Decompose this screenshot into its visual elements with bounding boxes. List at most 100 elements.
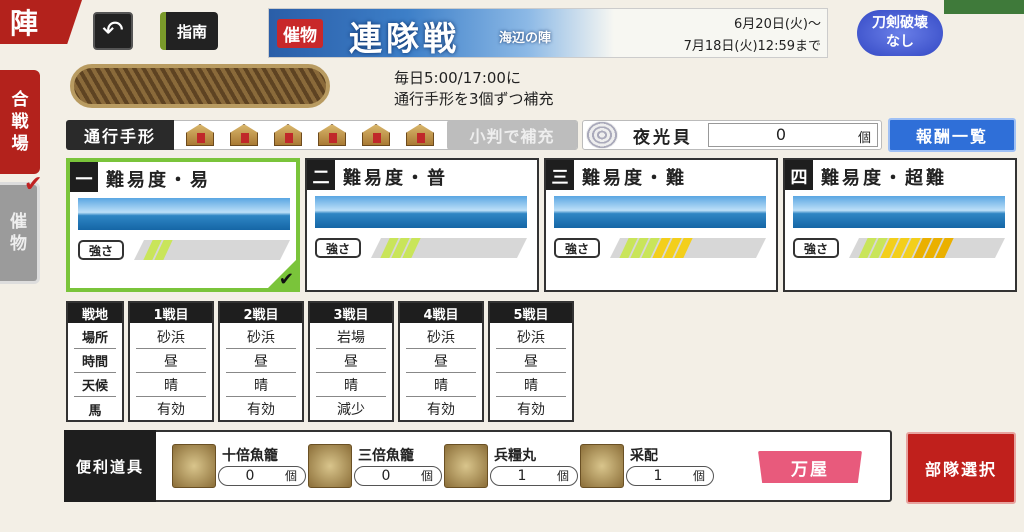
difficulty-card-extreme[interactable]: 四 難易度・超難 強さ [783,158,1017,292]
sea-image [78,198,290,230]
shell-label: 夜光貝 [633,127,693,148]
battle-table-header: 戦地 [68,303,122,323]
squad-select-button[interactable]: 部隊選択 [906,432,1016,504]
item-count: 1 [517,468,527,484]
battle-cell: 晴 [406,373,476,397]
item-count: 1 [653,468,663,484]
card-number: 一 [70,162,98,192]
row-label: 場所 [74,325,116,349]
sea-image [315,196,527,228]
item-name: 兵糧丸 [494,448,536,464]
card-title: 難易度・超難 [821,168,947,189]
fish-basket-icon[interactable] [172,444,216,488]
shell-count: 0 [775,125,787,144]
no-break-badge: 刀剣破壊 なし [857,10,943,56]
battle-column: 2戦目 砂浜昼晴有効 [218,301,304,422]
card-title: 難易度・普 [343,168,448,189]
battle-cell: 晴 [496,373,566,397]
item-count: 0 [381,468,391,484]
event-banner[interactable]: 催物 連隊戦 海辺の陣 6月20日(火)～ 7月18日(火)12:59まで [268,8,828,58]
checkmark-icon: ✔ [24,172,43,197]
card-title: 難易度・難 [582,168,687,189]
ration-pills-icon[interactable] [444,444,488,488]
badge-line: 刀剣破壊 [872,15,928,31]
strength-bar [134,240,290,260]
battle-cell: 有効 [517,402,545,418]
difficulty-card-hard[interactable]: 三 難易度・難 強さ [544,158,778,292]
fish-basket-icon[interactable] [308,444,352,488]
shell-unit: 個 [858,131,872,146]
item-name: 十倍魚籠 [222,448,278,464]
battle-cell: 晴 [316,373,386,397]
back-button[interactable]: ↶ [93,12,133,50]
item-unit: 個 [556,469,569,483]
pass-label: 通行手形 [66,120,174,150]
item-count-box: 0個 [218,466,306,486]
row-label: 天候 [74,373,116,397]
item-bar-label: 便利道具 [64,430,156,502]
banner-subtitle: 海辺の陣 [499,31,552,46]
notice-line: 毎日5:00/17:00に [394,69,521,87]
corner-decoration [944,0,1024,14]
item-count-box: 1個 [490,466,578,486]
battle-column: 4戦目 砂浜昼晴有効 [398,301,484,422]
sea-image [554,196,766,228]
battle-cell: 有効 [247,402,275,418]
item-count-box: 0個 [354,466,442,486]
row-label: 馬 [88,403,102,419]
item-count-box: 1個 [626,466,714,486]
battle-column: 1戦目 砂浜昼晴有効 [128,301,214,422]
item-name: 采配 [630,448,658,464]
card-number: 三 [546,160,574,190]
battle-column-header: 1戦目 [130,303,212,323]
item-unit: 個 [420,469,433,483]
strength-bar [849,238,1005,258]
side-tab-battlefield[interactable]: 合 戦 場 [0,70,40,174]
battle-cell: 昼 [226,349,296,373]
difficulty-card-normal[interactable]: 二 難易度・普 強さ [305,158,539,292]
strength-label: 強さ [78,240,124,260]
battle-cell: 有効 [427,402,455,418]
guide-button[interactable]: 指南 [160,12,218,50]
battle-column-header: 4戦目 [400,303,482,323]
sea-image [793,196,1005,228]
battle-column-header: 2戦目 [220,303,302,323]
battle-cell: 昼 [496,349,566,373]
strength-bar [371,238,527,258]
straw-rope-decoration [70,64,330,108]
side-tab-event[interactable]: 催 物 [0,182,40,284]
strength-bar [610,238,766,258]
battle-row-labels: 戦地 場所 時間 天候 馬 [66,301,124,422]
notice-line: 通行手形を3個ずつ補充 [394,90,554,108]
battle-cell: 減少 [337,402,365,418]
shop-button[interactable]: 万屋 [758,451,862,483]
card-number: 二 [307,160,335,190]
battle-column: 3戦目 岩場昼晴減少 [308,301,394,422]
battle-cell: 岩場 [316,325,386,349]
item-name: 三倍魚籠 [358,448,414,464]
card-title: 難易度・易 [106,170,211,191]
selected-check-icon: ✔ [266,258,298,290]
battle-cell: 昼 [406,349,476,373]
side-tab-char: 場 [11,134,29,154]
koban-refill-button[interactable]: 小判で補充 [447,120,577,150]
jin-tab: 陣 [0,0,82,44]
strength-label: 強さ [315,238,361,258]
baton-icon[interactable] [580,444,624,488]
difficulty-card-easy[interactable]: 一 難易度・易 強さ ✔ [66,158,300,292]
battle-cell: 砂浜 [226,325,296,349]
battle-cell: 砂浜 [496,325,566,349]
banner-date-end: 7月18日(火)12:59まで [683,39,821,54]
battle-cell: 昼 [136,349,206,373]
strength-label: 強さ [554,238,600,258]
side-tab-char: 物 [10,234,27,254]
battle-cell: 砂浜 [406,325,476,349]
banner-date-start: 6月20日(火)～ [734,17,821,32]
battle-cell: 昼 [316,349,386,373]
reward-list-button[interactable]: 報酬一覧 [888,118,1016,152]
item-unit: 個 [284,469,297,483]
badge-line: なし [886,34,914,50]
battle-cell: 晴 [136,373,206,397]
side-tab-char: 合 [11,90,29,110]
side-tab-char: 催 [10,212,27,232]
